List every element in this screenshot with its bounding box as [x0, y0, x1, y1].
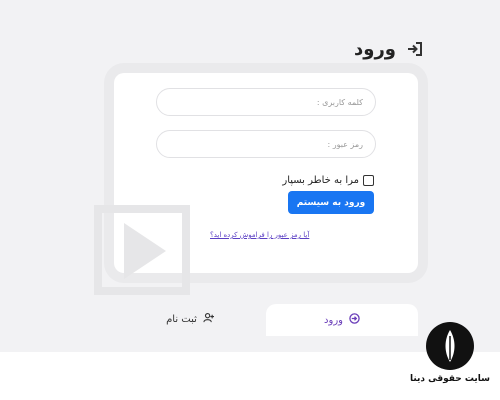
tab-login-label: ورود — [324, 314, 343, 326]
remember-label: مرا به خاطر بسپار — [282, 175, 359, 186]
login-icon — [406, 40, 424, 58]
login-submit-button[interactable]: ورود به سیستم — [288, 191, 374, 214]
remember-checkbox[interactable] — [363, 175, 374, 186]
forgot-password-link[interactable]: آیا رمز عبور را فراموش کرده اید؟ — [210, 231, 309, 239]
password-input[interactable] — [156, 130, 376, 158]
remember-me[interactable]: مرا به خاطر بسپار — [282, 175, 374, 186]
login-circle-icon — [349, 313, 360, 327]
tab-register-label: ثبت نام — [166, 313, 197, 325]
page-header: ورود — [354, 36, 424, 62]
add-user-icon — [203, 312, 214, 326]
page-title: ورود — [354, 38, 396, 60]
quill-pen-icon — [426, 322, 474, 370]
brand-name: سایت حقوقی دینا — [409, 374, 491, 384]
username-input[interactable] — [156, 88, 376, 116]
tab-register[interactable]: ثبت نام — [130, 305, 250, 333]
tab-login[interactable]: ورود — [266, 304, 418, 336]
brand-logo: سایت حقوقی دینا — [408, 322, 492, 394]
